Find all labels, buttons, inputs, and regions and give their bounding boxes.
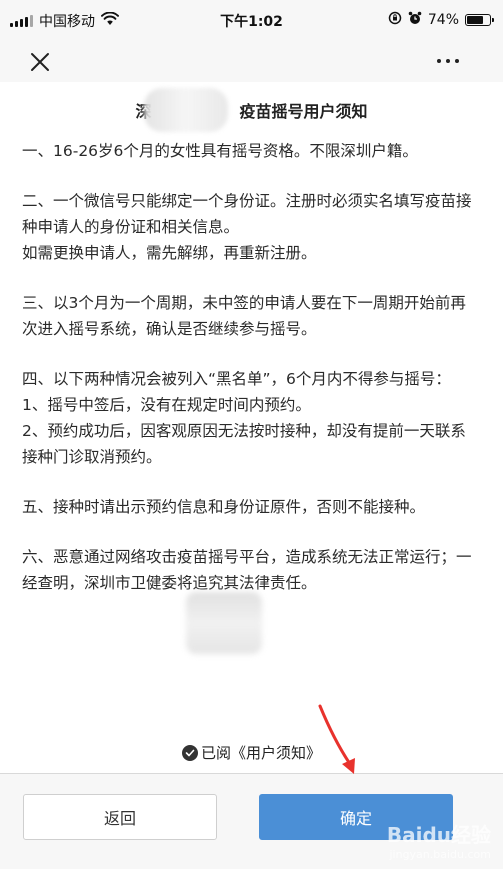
close-icon xyxy=(31,53,49,71)
notice-title: 深疫苗摇号用户须知 xyxy=(0,98,503,122)
back-button[interactable]: 返回 xyxy=(23,794,217,840)
notice-scroll-area[interactable]: 深疫苗摇号用户须知 一、16-26岁6个月的女性具有摇号资格。不限深圳户籍。 二… xyxy=(0,82,503,677)
rule-4a: 四、以下两种情况会被列入“黑名单”，6个月内不得参与摇号： xyxy=(22,370,451,388)
rule-4c: 2、预约成功后，因客观原因无法按时接种，却没有提前一天联系接种门诊取消预约。 xyxy=(22,422,466,466)
rotation-lock-icon xyxy=(388,11,402,29)
rule-5: 五、接种时请出示预约信息和身份证原件，否则不能接种。 xyxy=(22,498,426,516)
notice-body: 一、16-26岁6个月的女性具有摇号资格。不限深圳户籍。 二、一个微信号只能绑定… xyxy=(22,138,479,620)
check-icon xyxy=(185,749,195,756)
rule-3: 三、以3个月为一个周期，未中签的申请人要在下一周期开始前再次进入摇号系统，确认是… xyxy=(22,294,466,338)
footer-bar: 返回 确定 Baidu经验 jingyan.baidu.com xyxy=(0,774,503,869)
nav-bar xyxy=(0,40,503,82)
battery-fill xyxy=(467,16,484,24)
watermark-url: jingyan.baidu.com xyxy=(389,848,491,861)
rule-6: 六、恶意通过网络攻击疫苗摇号平台，造成系统无法正常运行；一经查明，深圳市卫健委将… xyxy=(22,548,472,592)
rule-2a: 二、一个微信号只能绑定一个身份证。注册时必须实名填写疫苗接种申请人的身份证和相关… xyxy=(22,192,472,236)
notice-content: 深疫苗摇号用户须知 一、16-26岁6个月的女性具有摇号资格。不限深圳户籍。 二… xyxy=(0,82,503,772)
battery-icon xyxy=(465,14,494,26)
redaction-blur xyxy=(144,88,228,132)
rule-4b: 1、摇号中签后，没有在规定时间内预约。 xyxy=(22,396,311,414)
agreement-row[interactable]: 已阅《用户须知》 xyxy=(0,742,503,763)
agreement-label: 已阅《用户须知》 xyxy=(200,744,321,762)
status-right: 74% xyxy=(388,11,494,29)
redaction-blur-2 xyxy=(186,592,262,654)
annotation-arrow-icon xyxy=(318,704,355,774)
alarm-icon xyxy=(408,11,422,29)
status-bar: 中国移动 下午1:02 74% xyxy=(0,0,503,40)
close-button[interactable] xyxy=(26,48,54,76)
battery-percent: 74% xyxy=(427,12,459,28)
more-dots-icon xyxy=(437,59,459,63)
agreement-checkbox[interactable] xyxy=(181,744,198,761)
rule-2b: 如需更换申请人，需先解绑，再重新注册。 xyxy=(22,244,317,262)
title-end: 疫苗摇号用户须知 xyxy=(239,102,368,121)
more-options-button[interactable] xyxy=(433,49,463,73)
rule-1: 一、16-26岁6个月的女性具有摇号资格。不限深圳户籍。 xyxy=(22,142,418,160)
baidu-watermark: Baidu经验 jingyan.baidu.com xyxy=(387,819,491,861)
watermark-brand: Baidu经验 xyxy=(386,823,491,847)
